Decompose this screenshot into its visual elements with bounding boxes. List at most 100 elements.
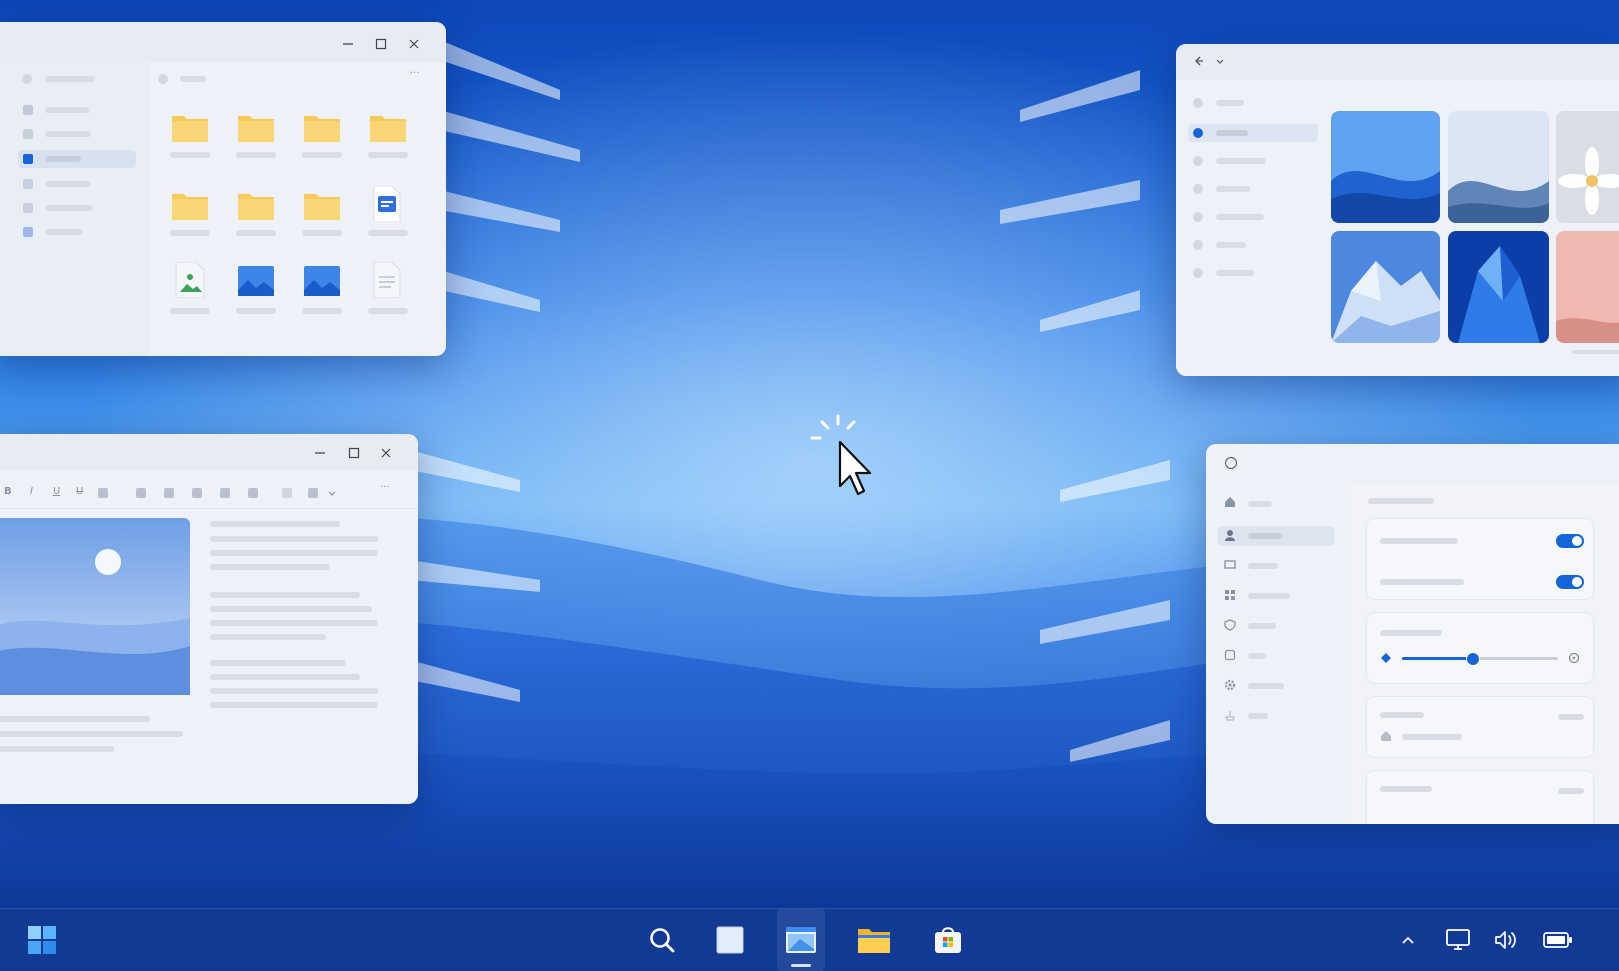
text-line: [210, 688, 378, 694]
nav-item[interactable]: [1216, 270, 1254, 276]
folder-icon[interactable]: [304, 112, 340, 142]
task-view-button[interactable]: [706, 909, 754, 971]
home-icon[interactable]: [1224, 496, 1236, 508]
italic-button[interactable]: I: [30, 486, 33, 497]
show-hidden-icons-button[interactable]: [1390, 909, 1426, 971]
toggle-switch[interactable]: [1556, 534, 1584, 548]
indent-icon[interactable]: [248, 488, 258, 498]
sidebar-icon: [23, 227, 33, 237]
file-label: [368, 308, 408, 314]
photos-gallery-window[interactable]: [1176, 44, 1619, 376]
store-button[interactable]: [924, 909, 972, 971]
scroll-indicator[interactable]: [1572, 350, 1619, 354]
nav-item[interactable]: [1248, 683, 1284, 689]
more-icon[interactable]: ···: [380, 482, 390, 493]
apps-icon[interactable]: [1224, 589, 1236, 601]
strikethrough-button[interactable]: U: [76, 486, 83, 497]
highlight-icon[interactable]: [98, 488, 108, 498]
align-icon[interactable]: [136, 488, 146, 498]
nav-item[interactable]: [1248, 653, 1266, 659]
volume-button[interactable]: [1486, 909, 1526, 971]
close-icon[interactable]: [406, 36, 422, 52]
sidebar-item[interactable]: [45, 107, 89, 113]
sidebar-item[interactable]: [45, 76, 95, 82]
bullet-list-icon[interactable]: [192, 488, 202, 498]
minimize-icon[interactable]: [340, 36, 356, 52]
back-icon[interactable]: [1192, 54, 1206, 68]
more-icon[interactable]: ···: [410, 68, 420, 79]
nav-item[interactable]: [1216, 100, 1244, 106]
document-editor-window[interactable]: B I U U ···: [0, 434, 418, 804]
toggle-switch[interactable]: [1556, 575, 1584, 589]
account-icon[interactable]: [1224, 529, 1236, 541]
folder-icon[interactable]: [304, 190, 340, 220]
sidebar-item[interactable]: [45, 156, 81, 162]
start-icon: [28, 926, 56, 954]
bold-button[interactable]: B: [4, 486, 12, 497]
update-icon[interactable]: [1224, 649, 1236, 661]
chevron-down-icon[interactable]: [326, 487, 338, 499]
nav-dot: [1193, 128, 1203, 138]
nav-item[interactable]: [1216, 214, 1264, 220]
file-explorer-window[interactable]: ···: [0, 22, 446, 356]
nav-item-selected[interactable]: [1188, 124, 1318, 142]
document-icon[interactable]: [372, 262, 402, 298]
chevron-down-icon[interactable]: [1214, 55, 1226, 67]
display-button[interactable]: [1438, 909, 1478, 971]
maximize-icon[interactable]: [346, 445, 362, 461]
image-file-icon[interactable]: [174, 262, 206, 298]
folder-icon[interactable]: [238, 112, 274, 142]
nav-item[interactable]: [1216, 242, 1246, 248]
image-insert-icon[interactable]: [308, 488, 318, 498]
settings-window[interactable]: [1206, 444, 1619, 824]
list-icon[interactable]: [164, 488, 174, 498]
photo-thumbnail[interactable]: [1448, 231, 1549, 343]
folder-icon[interactable]: [370, 112, 406, 142]
gear-icon[interactable]: [1224, 679, 1236, 691]
close-icon[interactable]: [378, 445, 394, 461]
nav-item[interactable]: [1248, 563, 1278, 569]
sidebar-item[interactable]: [45, 229, 83, 235]
accessibility-icon[interactable]: [1224, 709, 1236, 721]
address-bar[interactable]: [180, 76, 206, 82]
nav-item[interactable]: [1248, 533, 1282, 539]
photo-thumbnail[interactable]: [1448, 111, 1549, 223]
photo-thumbnail[interactable]: [1556, 111, 1619, 223]
nav-item[interactable]: [1216, 130, 1248, 136]
document-image[interactable]: [0, 518, 190, 695]
numbered-list-icon[interactable]: [220, 488, 230, 498]
sidebar-item[interactable]: [45, 181, 91, 187]
photo-thumbnail[interactable]: [1331, 231, 1440, 343]
nav-item[interactable]: [1216, 186, 1250, 192]
sidebar-item[interactable]: [45, 131, 91, 137]
nav-item[interactable]: [1216, 158, 1266, 164]
insert-icon[interactable]: [282, 488, 292, 498]
privacy-icon[interactable]: [1224, 619, 1236, 631]
search-button[interactable]: [638, 909, 686, 971]
text-line: [210, 660, 346, 666]
nav-item[interactable]: [1248, 501, 1272, 507]
sidebar-item[interactable]: [45, 205, 93, 211]
picture-icon[interactable]: [238, 266, 274, 296]
battery-button[interactable]: [1536, 909, 1580, 971]
document-icon[interactable]: [372, 186, 402, 222]
nav-item[interactable]: [1248, 593, 1290, 599]
browser-button[interactable]: [777, 909, 825, 971]
minimize-icon[interactable]: [312, 445, 328, 461]
setting-value: [1558, 714, 1584, 720]
nav-item[interactable]: [1248, 713, 1268, 719]
info-card: [1366, 696, 1594, 758]
file-explorer-button[interactable]: [850, 909, 898, 971]
photo-thumbnail[interactable]: [1331, 111, 1440, 223]
start-button[interactable]: [18, 909, 66, 971]
back-icon[interactable]: [1224, 456, 1238, 470]
maximize-icon[interactable]: [373, 36, 389, 52]
folder-icon[interactable]: [238, 190, 274, 220]
folder-icon[interactable]: [172, 190, 208, 220]
picture-icon[interactable]: [304, 266, 340, 296]
nav-item[interactable]: [1248, 623, 1276, 629]
devices-icon[interactable]: [1224, 559, 1236, 571]
folder-icon[interactable]: [172, 112, 208, 142]
photo-thumbnail[interactable]: [1556, 231, 1619, 343]
underline-button[interactable]: U: [53, 486, 60, 497]
